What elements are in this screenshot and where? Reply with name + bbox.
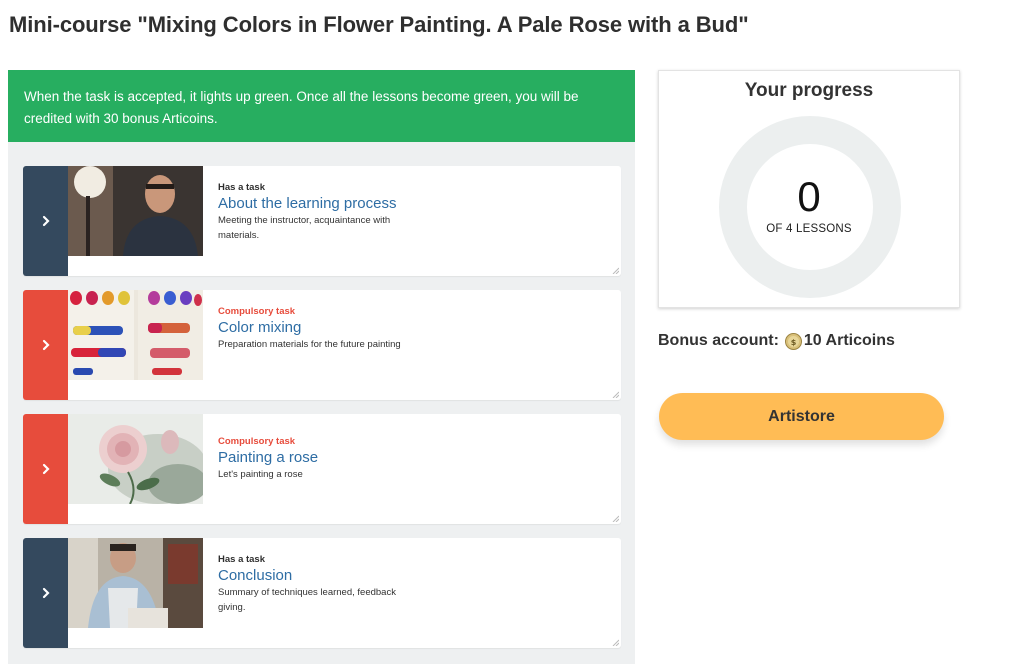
lesson-status: Has a task (218, 554, 266, 565)
lesson-expand-button[interactable] (23, 290, 68, 400)
lesson-card-conclusion[interactable]: Has a task Conclusion Summary of techniq… (23, 538, 621, 648)
lesson-thumbnail-palette[interactable] (68, 290, 203, 380)
lesson-expand-button[interactable] (23, 166, 68, 276)
resize-grip-icon (612, 267, 619, 274)
chevron-right-icon (42, 215, 50, 227)
lesson-description: Let's painting a rose (218, 469, 303, 480)
lesson-description: Preparation materials for the future pai… (218, 339, 401, 350)
progress-count: 0 (797, 173, 821, 220)
lesson-title-link[interactable]: Painting a rose (218, 448, 463, 467)
lesson-status: Has a task (218, 182, 266, 193)
lesson-card-about[interactable]: Has a task About the learning process Me… (23, 166, 621, 276)
lesson-expand-button[interactable] (23, 538, 68, 648)
resize-grip-icon (612, 391, 619, 398)
lesson-card-painting-rose[interactable]: Compulsory task Painting a rose Let's pa… (23, 414, 621, 524)
lesson-title-link[interactable]: Color mixing (218, 318, 463, 337)
lesson-title-link[interactable]: Conclusion (218, 566, 463, 585)
bonus-label: Bonus account: (658, 332, 779, 349)
task-notice: When the task is accepted, it lights up … (8, 70, 635, 142)
bonus-account: Bonus account: $ 10 Articoins (658, 332, 895, 350)
lesson-thumbnail-instructor[interactable] (68, 166, 203, 256)
svg-text:$: $ (791, 338, 797, 347)
lessons-panel: When the task is accepted, it lights up … (8, 70, 635, 664)
resize-grip-icon (612, 515, 619, 522)
lesson-description: Meeting the instructor, acquaintance wit… (218, 215, 391, 241)
progress-title: Your progress (744, 80, 874, 101)
chevron-right-icon (42, 463, 50, 475)
lesson-title-link[interactable]: About the learning process (218, 194, 463, 213)
coin-icon: $ (784, 332, 802, 350)
chevron-right-icon (42, 587, 50, 599)
lesson-thumbnail-conclusion[interactable] (68, 538, 203, 628)
lesson-status: Compulsory task (218, 306, 296, 317)
resize-grip-icon (612, 639, 619, 646)
bonus-amount: 10 Articoins (803, 332, 895, 349)
lesson-card-color-mixing[interactable]: Compulsory task Color mixing Preparation… (23, 290, 621, 400)
progress-label: OF 4 LESSONS (766, 223, 852, 235)
progress-card: Your progress 0 OF 4 LESSONS (658, 70, 960, 308)
lesson-thumbnail-rose[interactable] (68, 414, 203, 504)
lesson-status: Compulsory task (218, 436, 296, 447)
artistore-button[interactable]: Artistore (659, 393, 944, 440)
lesson-expand-button[interactable] (23, 414, 68, 524)
lesson-list: Has a task About the learning process Me… (8, 142, 635, 664)
chevron-right-icon (42, 339, 50, 351)
lesson-description: Summary of techniques learned, feedback … (218, 587, 396, 613)
page-title: Mini-course "Mixing Colors in Flower Pai… (9, 12, 749, 37)
